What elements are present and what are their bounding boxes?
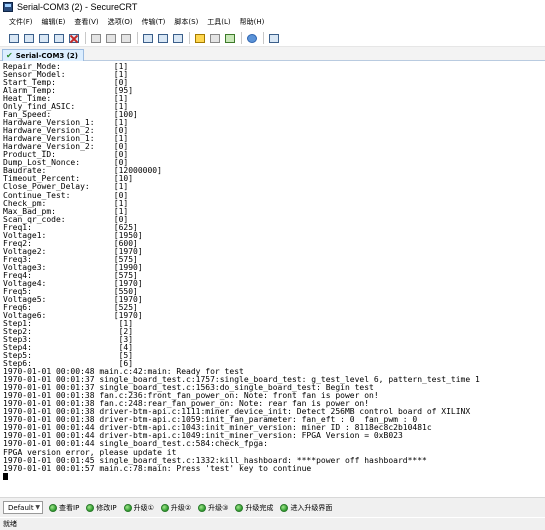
view-ip-button[interactable]: 查看IP — [49, 503, 79, 513]
menu-view[interactable]: 查看(V) — [74, 17, 98, 27]
menu-bar: 文件(F) 编辑(E) 查看(V) 选项(O) 传输(T) 脚本(S) 工具(L… — [0, 15, 545, 29]
green-dot-icon — [86, 503, 95, 512]
button-bar-select[interactable]: Default ▼ — [3, 501, 43, 514]
help-icon[interactable] — [246, 32, 258, 44]
green-dot-icon — [49, 503, 57, 512]
menu-script[interactable]: 脚本(S) — [174, 17, 198, 27]
green-dot-icon — [123, 503, 132, 512]
disconnect-icon[interactable] — [68, 32, 80, 44]
print-setup-icon[interactable] — [157, 32, 169, 44]
window-title: Serial-COM3 (2) - SecureCRT — [17, 2, 138, 12]
menu-help[interactable]: 帮助(H) — [240, 17, 265, 27]
terminal-line: 1970-01-01 00:01:57 main.c:78:main: Pres… — [3, 463, 312, 473]
button-label: 升级② — [170, 503, 192, 512]
terminal-prompt-line — [3, 472, 545, 481]
paste-icon[interactable] — [105, 32, 117, 44]
select-value: Default — [8, 503, 34, 512]
button-label: 升级③ — [208, 503, 229, 512]
session-options-icon[interactable] — [194, 32, 206, 44]
enter-upgrade-screen-button[interactable]: 进入升级界面 — [280, 503, 332, 513]
menu-tools[interactable]: 工具(L) — [207, 17, 230, 27]
toolbar-divider — [263, 32, 264, 44]
tab-label: Serial-COM3 (2) — [15, 51, 79, 60]
chevron-down-icon: ▼ — [35, 504, 40, 511]
button-label: 修改IP — [96, 503, 117, 512]
connect-tab-icon[interactable] — [38, 32, 50, 44]
upgrade-complete-button[interactable]: 升级完成 — [235, 503, 273, 513]
log-icon[interactable] — [172, 32, 184, 44]
menu-transfer[interactable]: 传输(T) — [142, 17, 166, 27]
button-label: 查看IP — [59, 503, 80, 512]
copy-icon[interactable] — [90, 32, 102, 44]
status-bar: 就绪 — [0, 518, 545, 530]
sftp-icon[interactable] — [224, 32, 236, 44]
green-dot-icon — [198, 503, 207, 512]
upgrade-2-button[interactable]: 升级② — [160, 503, 192, 513]
green-dot-icon — [280, 503, 289, 512]
quick-connect-icon[interactable] — [23, 32, 35, 44]
reconnect-icon[interactable] — [53, 32, 65, 44]
button-label: 升级完成 — [245, 503, 274, 512]
connected-check-icon: ✔ — [6, 51, 13, 60]
connect-icon[interactable] — [8, 32, 20, 44]
button-bar: Default ▼ 查看IP 修改IP 升级① 升级② 升级③ 升级完成 进入升… — [0, 497, 545, 517]
find-icon[interactable] — [120, 32, 132, 44]
button-label: 进入升级界面 — [290, 503, 333, 512]
status-text: 就绪 — [3, 520, 17, 528]
menu-edit[interactable]: 编辑(E) — [42, 17, 66, 27]
text-cursor — [3, 472, 8, 480]
toolbar — [0, 30, 545, 47]
title-bar: Serial-COM3 (2) - SecureCRT — [0, 0, 545, 14]
upgrade-1-button[interactable]: 升级① — [123, 503, 154, 513]
global-options-icon[interactable] — [209, 32, 221, 44]
toolbar-divider — [189, 32, 190, 44]
modify-ip-button[interactable]: 修改IP — [86, 503, 117, 513]
green-dot-icon — [235, 503, 244, 512]
tab-serial-com3[interactable]: ✔ Serial-COM3 (2) — [2, 49, 85, 61]
toolbar-divider — [241, 32, 242, 44]
menu-options[interactable]: 选项(O) — [108, 17, 133, 27]
toolbar-divider — [85, 32, 86, 44]
print-icon[interactable] — [142, 32, 154, 44]
securecrt-app-icon — [3, 2, 13, 12]
green-dot-icon — [160, 503, 169, 512]
terminal-output[interactable]: Repair_Mode: [1] Sensor_Model: [1] Start_T… — [0, 62, 545, 493]
screen-icon[interactable] — [268, 32, 280, 44]
toolbar-divider — [137, 32, 138, 44]
menu-file[interactable]: 文件(F) — [9, 17, 33, 27]
button-label: 升级① — [133, 503, 154, 512]
upgrade-3-button[interactable]: 升级③ — [198, 503, 228, 513]
session-tab-strip: ✔ Serial-COM3 (2) — [0, 47, 545, 61]
